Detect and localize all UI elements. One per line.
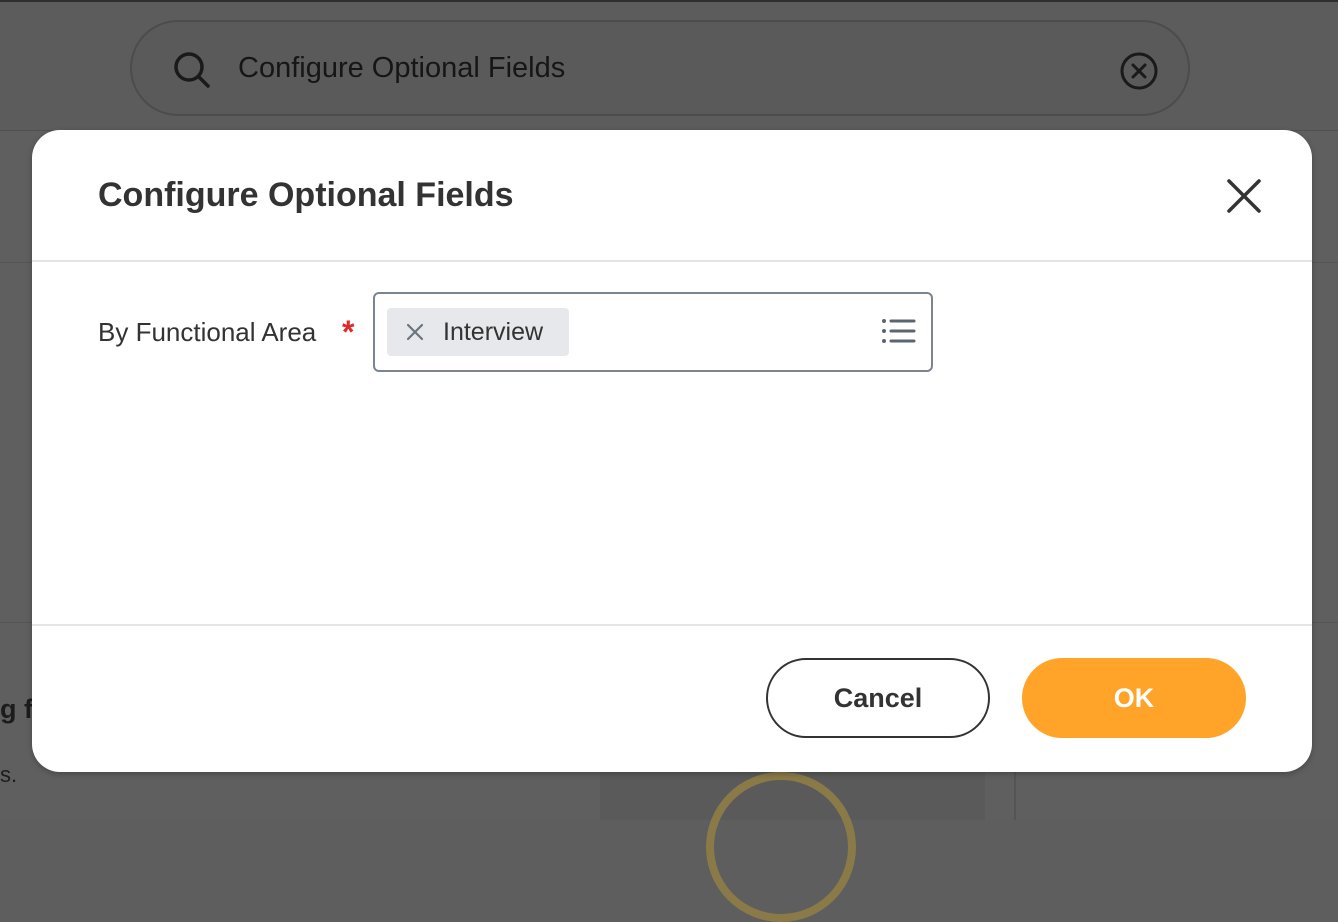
required-indicator: * [342,314,355,350]
background-heading: g f [0,694,33,724]
dialog-title: Configure Optional Fields [98,176,514,214]
remove-chip-icon[interactable] [405,322,425,342]
background-text: s. [0,762,18,787]
configure-optional-fields-dialog: Configure Optional Fields By Functional … [32,130,1312,772]
functional-area-prompt[interactable]: Interview [373,292,933,372]
selected-item-chip: Interview [387,308,569,356]
dialog-header-divider [32,260,1312,262]
chip-label: Interview [443,318,544,346]
clear-icon[interactable] [1118,50,1160,92]
functional-area-label: By Functional Area [98,317,317,347]
column-divider [1014,770,1016,820]
dialog-footer-divider [32,624,1312,626]
close-icon[interactable] [1226,178,1262,214]
search-bar[interactable]: Configure Optional Fields [130,20,1190,116]
cancel-button[interactable]: Cancel [766,658,990,738]
list-icon[interactable] [881,316,917,346]
search-input[interactable]: Configure Optional Fields [238,52,565,85]
header-bar: Configure Optional Fields [0,2,1338,130]
ok-button[interactable]: OK [1022,658,1246,738]
background-graphic [706,772,856,922]
search-icon [174,52,210,88]
